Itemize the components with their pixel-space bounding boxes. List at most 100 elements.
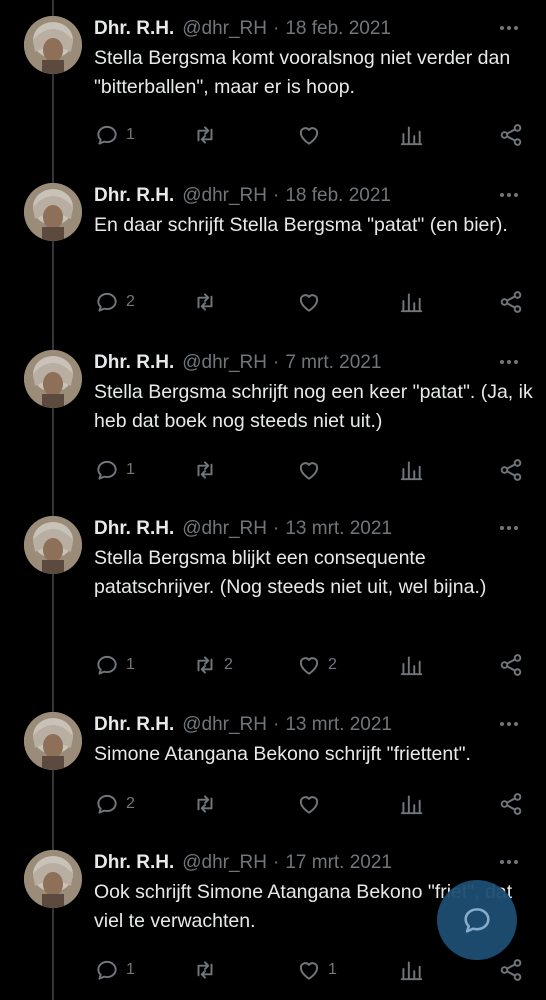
reply-icon <box>97 655 117 675</box>
user-handle[interactable]: @dhr_RH <box>182 518 267 540</box>
retweet-button[interactable] <box>192 120 224 150</box>
retweet-button[interactable] <box>192 789 224 819</box>
views-icon <box>400 656 423 676</box>
share-button[interactable] <box>498 455 524 485</box>
avatar[interactable] <box>24 16 82 74</box>
display-name[interactable]: Dhr. R.H. <box>94 714 174 736</box>
tweet-date[interactable]: 13 mrt. 2021 <box>285 714 392 736</box>
views-button[interactable] <box>398 789 424 819</box>
share-icon <box>500 291 522 313</box>
tweet-actions: 1 2 2 <box>94 650 526 680</box>
display-name[interactable]: Dhr. R.H. <box>94 518 174 540</box>
like-button[interactable]: 1 <box>296 955 337 985</box>
reply-button[interactable]: 1 <box>94 120 135 150</box>
user-handle[interactable]: @dhr_RH <box>182 714 267 736</box>
heart-icon <box>299 657 319 675</box>
more-icon[interactable] <box>498 185 520 205</box>
reply-button[interactable]: 2 <box>94 789 135 819</box>
like-count: 1 <box>328 961 337 978</box>
tweet[interactable]: Dhr. R.H. @dhr_RH · 18 feb. 2021 En daar… <box>0 167 546 335</box>
like-button[interactable]: 2 <box>296 650 337 680</box>
views-icon <box>400 461 423 481</box>
tweet-header: Dhr. R.H. @dhr_RH · 13 mrt. 2021 <box>94 712 392 738</box>
views-button[interactable] <box>398 455 424 485</box>
tweet-header: Dhr. R.H. @dhr_RH · 18 feb. 2021 <box>94 16 391 42</box>
display-name[interactable]: Dhr. R.H. <box>94 185 174 207</box>
views-button[interactable] <box>398 650 424 680</box>
reply-icon <box>97 794 117 814</box>
more-icon[interactable] <box>498 518 520 538</box>
reply-button[interactable]: 1 <box>94 455 135 485</box>
tweet-text: Stella Bergsma schrijft nog een keer "pa… <box>94 381 533 432</box>
reply-count: 2 <box>126 293 135 310</box>
separator: · <box>273 18 280 39</box>
retweet-button[interactable]: 2 <box>192 650 233 680</box>
tweet-date[interactable]: 18 feb. 2021 <box>285 185 391 207</box>
tweet-date[interactable]: 13 mrt. 2021 <box>285 518 392 540</box>
avatar[interactable] <box>24 350 82 408</box>
compose-reply-icon <box>464 908 490 933</box>
share-icon <box>500 459 522 481</box>
heart-icon <box>299 294 319 312</box>
retweet-button[interactable] <box>192 955 224 985</box>
tweet-date[interactable]: 18 feb. 2021 <box>285 18 391 40</box>
compose-reply-button[interactable] <box>437 880 517 960</box>
share-button[interactable] <box>498 120 524 150</box>
avatar[interactable] <box>24 516 82 574</box>
tweet[interactable]: Dhr. R.H. @dhr_RH · 13 mrt. 2021 Simone … <box>0 696 546 836</box>
separator: · <box>273 352 280 373</box>
more-icon[interactable] <box>498 714 520 734</box>
views-button[interactable] <box>398 287 424 317</box>
views-button[interactable] <box>398 120 424 150</box>
retweet-button[interactable] <box>192 455 224 485</box>
like-button[interactable] <box>296 120 328 150</box>
tweet-actions: 1 <box>94 120 526 150</box>
tweet-text: Stella Bergsma blijkt een consequente pa… <box>94 547 487 598</box>
separator: · <box>273 852 280 873</box>
reply-icon <box>97 460 117 480</box>
user-handle[interactable]: @dhr_RH <box>182 18 267 40</box>
share-button[interactable] <box>498 287 524 317</box>
more-icon[interactable] <box>498 18 520 38</box>
display-name[interactable]: Dhr. R.H. <box>94 852 174 874</box>
more-icon[interactable] <box>498 352 520 372</box>
display-name[interactable]: Dhr. R.H. <box>94 352 174 374</box>
reply-button[interactable]: 2 <box>94 287 135 317</box>
like-button[interactable] <box>296 789 328 819</box>
retweet-icon <box>197 656 213 674</box>
share-button[interactable] <box>498 650 524 680</box>
tweet-text: En daar schrijft Stella Bergsma "patat" … <box>94 214 508 236</box>
retweet-icon <box>197 795 213 813</box>
reply-icon <box>97 292 117 312</box>
tweet-actions: 1 <box>94 455 526 485</box>
avatar[interactable] <box>24 850 82 908</box>
separator: · <box>273 714 280 735</box>
tweet-date[interactable]: 7 mrt. 2021 <box>285 352 381 374</box>
user-handle[interactable]: @dhr_RH <box>182 852 267 874</box>
tweet[interactable]: Dhr. R.H. @dhr_RH · 7 mrt. 2021 Stella B… <box>0 334 546 502</box>
retweet-icon <box>197 961 213 979</box>
tweet-date[interactable]: 17 mrt. 2021 <box>285 852 392 874</box>
heart-icon <box>299 127 319 145</box>
tweet[interactable]: Dhr. R.H. @dhr_RH · 18 feb. 2021 Stella … <box>0 0 546 168</box>
tweet[interactable]: Dhr. R.H. @dhr_RH · 13 mrt. 2021 Stella … <box>0 500 546 698</box>
reply-count: 1 <box>126 656 135 673</box>
views-icon <box>400 961 423 981</box>
display-name[interactable]: Dhr. R.H. <box>94 18 174 40</box>
share-button[interactable] <box>498 789 524 819</box>
share-button[interactable] <box>498 955 524 985</box>
avatar[interactable] <box>24 183 82 241</box>
avatar[interactable] <box>24 712 82 770</box>
tweet-actions: 1 1 <box>94 955 526 985</box>
heart-icon <box>299 796 319 814</box>
user-handle[interactable]: @dhr_RH <box>182 185 267 207</box>
like-button[interactable] <box>296 287 328 317</box>
like-button[interactable] <box>296 455 328 485</box>
reply-button[interactable]: 1 <box>94 650 135 680</box>
more-icon[interactable] <box>498 852 520 872</box>
views-button[interactable] <box>398 955 424 985</box>
reply-button[interactable]: 1 <box>94 955 135 985</box>
user-handle[interactable]: @dhr_RH <box>182 352 267 374</box>
separator: · <box>273 185 280 206</box>
retweet-button[interactable] <box>192 287 224 317</box>
